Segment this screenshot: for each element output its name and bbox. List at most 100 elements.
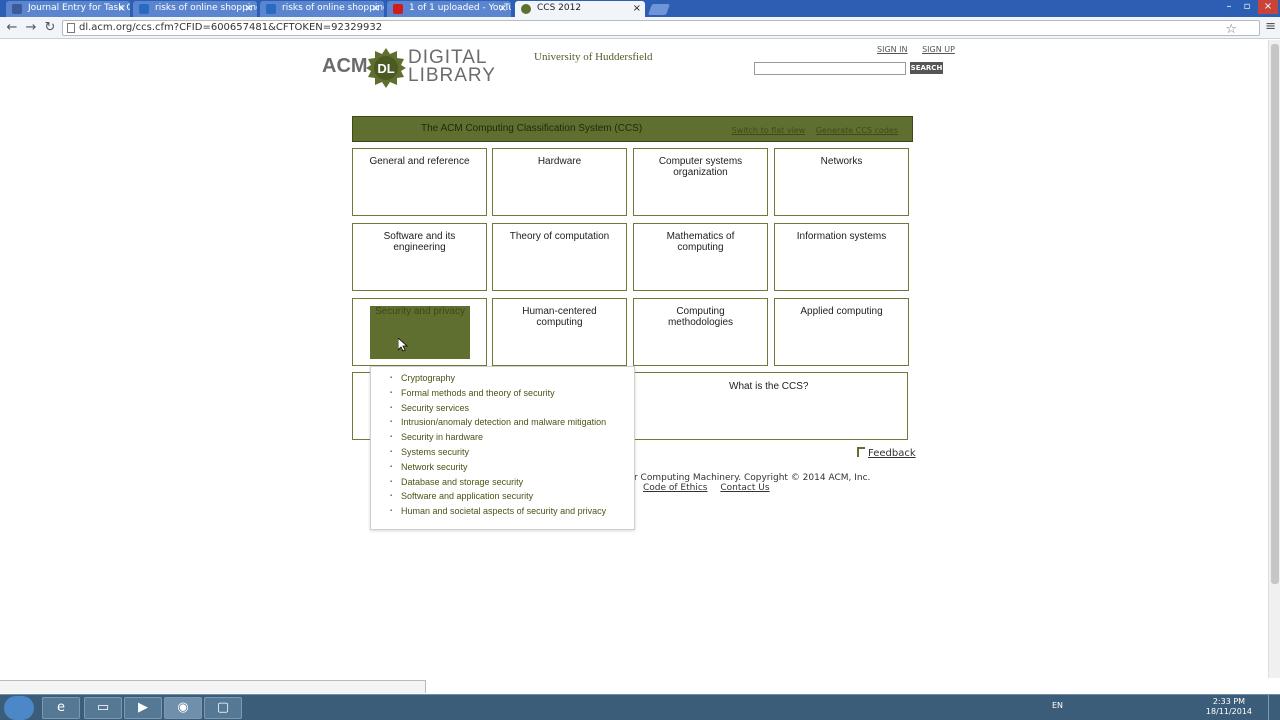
what-is-ccs-link[interactable]: What is the CCS?	[729, 381, 808, 392]
search-input[interactable]	[754, 62, 906, 75]
ccs-category-cell[interactable]: Software and its engineering	[352, 223, 487, 291]
subcategory-item[interactable]: Systems security	[371, 445, 634, 460]
explorer-taskbar-icon[interactable]: ▭	[84, 697, 122, 719]
tab-close-icon[interactable]: ×	[245, 1, 253, 16]
category-label: Computing methodologies	[667, 306, 734, 328]
tab-title: CCS 2012	[537, 3, 582, 13]
subcategory-item[interactable]: Database and storage security	[371, 475, 634, 490]
address-text: dl.acm.org/ccs.cfm?CFID=600657481&CFTOKE…	[79, 22, 383, 33]
tab-title: Journal Entry for Task One	[28, 3, 130, 13]
tab-favicon-icon	[12, 4, 22, 14]
logo-library-text: LIBRARY	[408, 65, 496, 86]
category-label: Computer systems organization	[658, 156, 743, 178]
logo-dl-text: DL	[377, 61, 394, 76]
category-label: Theory of computation	[509, 231, 610, 242]
tab-close-icon[interactable]: ×	[633, 1, 641, 16]
windows-taskbar: e ▭ ▶ ◉ ▢ EN 2:33 PM 18/11/2014	[0, 694, 1280, 720]
tab-title: risks of online shopping -	[282, 3, 384, 13]
feedback-link[interactable]: Feedback	[857, 447, 916, 459]
back-arrow-icon[interactable]: ←	[4, 20, 20, 36]
reload-icon[interactable]: ↻	[42, 20, 58, 36]
ccs-category-cell[interactable]: Theory of computation	[492, 223, 627, 291]
auth-links: SIGN IN SIGN UP	[877, 45, 967, 54]
ccs-category-cell[interactable]: Computing methodologies	[633, 298, 768, 366]
code-of-ethics-link[interactable]: Code of Ethics	[643, 483, 708, 493]
page-content: ACM DL DIGITAL LIBRARY University of Hud…	[0, 40, 1268, 678]
minimize-icon[interactable]: –	[1222, 0, 1236, 14]
system-clock[interactable]: 2:33 PM 18/11/2014	[1206, 697, 1252, 717]
browser-tab-active[interactable]: CCS 2012 ×	[515, 1, 645, 17]
subcategory-item[interactable]: Human and societal aspects of security a…	[371, 504, 634, 519]
tab-close-icon[interactable]: ×	[499, 1, 507, 16]
category-label: Hardware	[537, 156, 582, 167]
tab-title: risks of online shopping -	[155, 3, 257, 13]
category-label: Information systems	[796, 231, 887, 242]
ccs-category-cell[interactable]: Networks	[774, 148, 909, 216]
status-bubble	[0, 680, 426, 693]
category-label: Software and its engineering	[383, 231, 456, 253]
category-label: Security and privacy	[370, 306, 470, 359]
bookmark-star-icon[interactable]: ☆	[1225, 23, 1237, 37]
subcategory-dropdown: Cryptography Formal methods and theory o…	[370, 366, 635, 530]
chrome-taskbar-icon[interactable]: ◉	[164, 697, 202, 719]
window-taskbar-icon[interactable]: ▢	[204, 697, 242, 719]
subcategory-item[interactable]: Cryptography	[371, 371, 634, 386]
subcategory-item[interactable]: Security in hardware	[371, 430, 634, 445]
subcategory-item[interactable]: Security services	[371, 401, 634, 416]
subcategory-item[interactable]: Software and application security	[371, 489, 634, 504]
generate-codes-link[interactable]: Generate CCS codes	[816, 126, 898, 135]
ccs-category-cell[interactable]: Mathematics of computing	[633, 223, 768, 291]
media-player-taskbar-icon[interactable]: ▶	[124, 697, 162, 719]
tab-favicon-icon	[139, 4, 149, 14]
page-icon	[67, 23, 75, 33]
browser-tab[interactable]: risks of online shopping - ×	[260, 1, 384, 17]
ccs-header-bar: The ACM Computing Classification System …	[352, 116, 913, 142]
footer-links: Code of Ethics Contact Us	[643, 483, 780, 493]
ccs-category-cell[interactable]: General and reference	[352, 148, 487, 216]
clock-date: 18/11/2014	[1205, 707, 1252, 716]
ccs-category-cell[interactable]: Hardware	[492, 148, 627, 216]
maximize-icon[interactable]: ▫	[1240, 0, 1254, 14]
tab-favicon-icon	[521, 4, 531, 14]
category-label: Mathematics of computing	[666, 231, 735, 253]
window-close-icon[interactable]: ×	[1258, 0, 1278, 14]
ccs-category-cell[interactable]: Computer systems organization	[633, 148, 768, 216]
sign-in-link[interactable]: SIGN IN	[877, 45, 908, 54]
new-tab-button[interactable]	[647, 4, 671, 15]
contact-us-link[interactable]: Contact Us	[720, 483, 769, 493]
ccs-category-cell[interactable]: Applied computing	[774, 298, 909, 366]
category-label: Networks	[820, 156, 863, 167]
ie-taskbar-icon[interactable]: e	[42, 697, 80, 719]
browser-tab[interactable]: Journal Entry for Task One ×	[6, 1, 130, 17]
subcategory-item[interactable]: Formal methods and theory of security	[371, 386, 634, 401]
browser-menu-icon[interactable]: ≡	[1265, 19, 1276, 34]
ccs-category-cell[interactable]: Information systems	[774, 223, 909, 291]
show-desktop-button[interactable]	[1268, 695, 1280, 720]
mouse-pointer-icon	[398, 338, 408, 352]
dl-badge-icon: DL	[366, 48, 406, 88]
address-bar[interactable]: dl.acm.org/ccs.cfm?CFID=600657481&CFTOKE…	[62, 20, 1260, 37]
search-button[interactable]: SEARCH	[910, 62, 943, 74]
subcategory-item[interactable]: Network security	[371, 460, 634, 475]
scrollbar-thumb[interactable]	[1271, 44, 1279, 584]
acm-dl-logo[interactable]: ACM DL DIGITAL LIBRARY	[322, 48, 502, 88]
feedback-label: Feedback	[868, 448, 916, 459]
category-label: Human-centered computing	[522, 306, 597, 328]
start-button-icon[interactable]	[4, 696, 34, 720]
ccs-category-cell[interactable]: Human-centered computing	[492, 298, 627, 366]
flat-view-link[interactable]: Switch to flat view	[732, 126, 806, 135]
ccs-category-cell-hovered[interactable]: Security and privacy	[352, 298, 487, 366]
input-language-indicator[interactable]: EN	[1052, 701, 1063, 710]
tab-close-icon[interactable]: ×	[372, 1, 380, 16]
page-scrollbar[interactable]	[1268, 40, 1280, 678]
forward-arrow-icon[interactable]: →	[23, 20, 39, 36]
browser-toolbar: ← → ↻ dl.acm.org/ccs.cfm?CFID=600657481&…	[0, 17, 1280, 39]
browser-tab[interactable]: 1 of 1 uploaded - YouTube ×	[387, 1, 511, 17]
subcategory-item[interactable]: Intrusion/anomaly detection and malware …	[371, 415, 634, 430]
browser-tab[interactable]: risks of online shopping - ×	[133, 1, 257, 17]
footer-copyright: r Computing Machinery. Copyright © 2014 …	[634, 473, 871, 483]
category-label: Applied computing	[800, 306, 883, 317]
sign-up-link[interactable]: SIGN UP	[922, 45, 955, 54]
institution-name: University of Huddersfield	[534, 51, 653, 63]
tab-close-icon[interactable]: ×	[118, 1, 126, 16]
